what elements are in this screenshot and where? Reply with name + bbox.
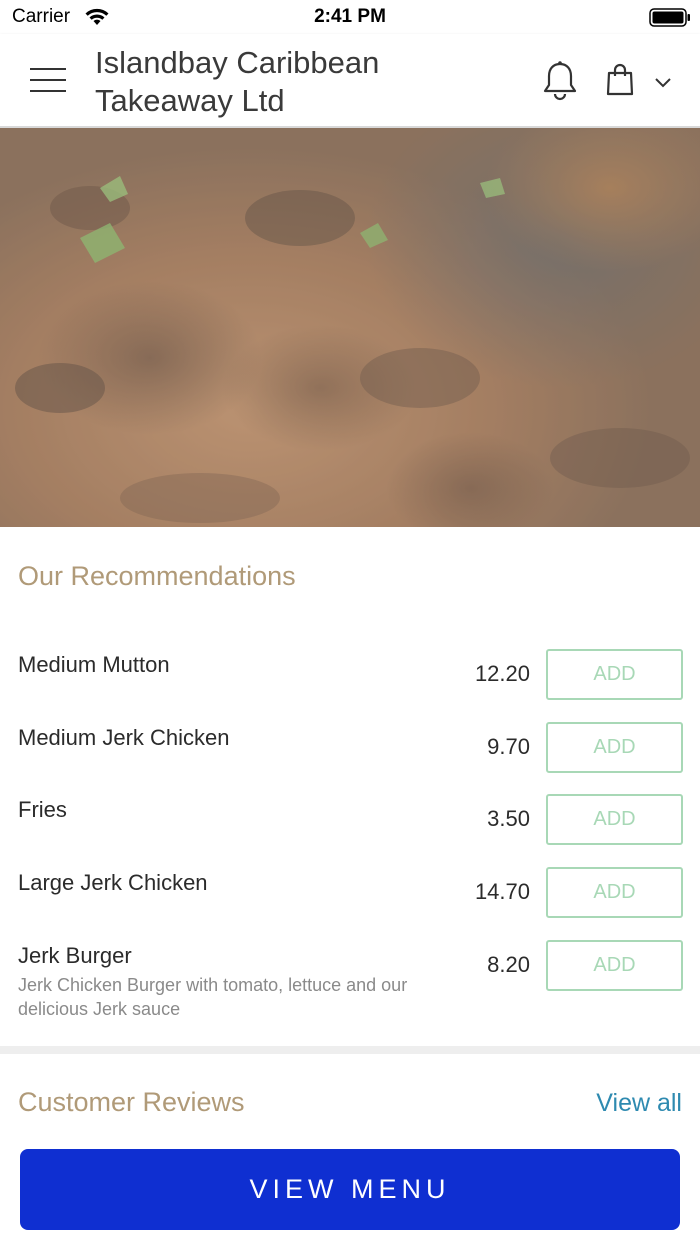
bell-icon[interactable]	[542, 60, 578, 102]
recommendations-title: Our Recommendations	[18, 561, 296, 591]
item-price: 14.70	[474, 879, 530, 904]
add-button[interactable]: ADD	[546, 722, 683, 773]
view-menu-button[interactable]: VIEW MENU	[20, 1149, 680, 1230]
item-name: Large Jerk Chicken	[18, 870, 208, 895]
hero-overlay	[0, 128, 700, 527]
item-price: 9.70	[487, 734, 530, 759]
battery-icon	[649, 8, 690, 27]
clock-time: 2:41 PM	[314, 6, 386, 27]
item-price: 3.50	[487, 806, 530, 831]
section-divider	[0, 1046, 700, 1054]
customer-reviews-title: Customer Reviews	[18, 1087, 245, 1117]
item-price: 12.20	[474, 661, 530, 686]
list-item: Jerk Burger Jerk Chicken Burger with tom…	[0, 931, 700, 1031]
item-description: Jerk Chicken Burger with tomato, lettuce…	[18, 975, 408, 1019]
view-all-reviews-link[interactable]: View all	[596, 1089, 682, 1118]
chevron-down-icon[interactable]	[652, 74, 674, 90]
item-name: Medium Mutton	[18, 652, 170, 677]
list-item: Fries 3.50 ADD	[0, 785, 700, 857]
hamburger-menu-icon[interactable]	[30, 68, 66, 94]
item-price: 8.20	[487, 952, 530, 977]
add-button[interactable]: ADD	[546, 649, 683, 700]
item-name: Fries	[18, 797, 67, 822]
add-button[interactable]: ADD	[546, 794, 683, 845]
shopping-bag-icon[interactable]	[605, 62, 635, 98]
restaurant-title: Islandbay Caribbean Takeaway Ltd	[95, 45, 380, 118]
item-name: Jerk Burger	[18, 943, 132, 968]
list-item: Medium Jerk Chicken 9.70 ADD	[0, 713, 700, 785]
list-item: Medium Mutton 12.20 ADD	[0, 640, 700, 712]
add-button[interactable]: ADD	[546, 940, 683, 991]
status-bar: Carrier 2:41 PM	[0, 0, 700, 34]
add-button[interactable]: ADD	[546, 867, 683, 918]
list-item: Large Jerk Chicken 14.70 ADD	[0, 858, 700, 930]
hero-food-image	[0, 128, 700, 527]
item-name: Medium Jerk Chicken	[18, 725, 230, 750]
app-header: Islandbay Caribbean Takeaway Ltd	[0, 34, 700, 128]
